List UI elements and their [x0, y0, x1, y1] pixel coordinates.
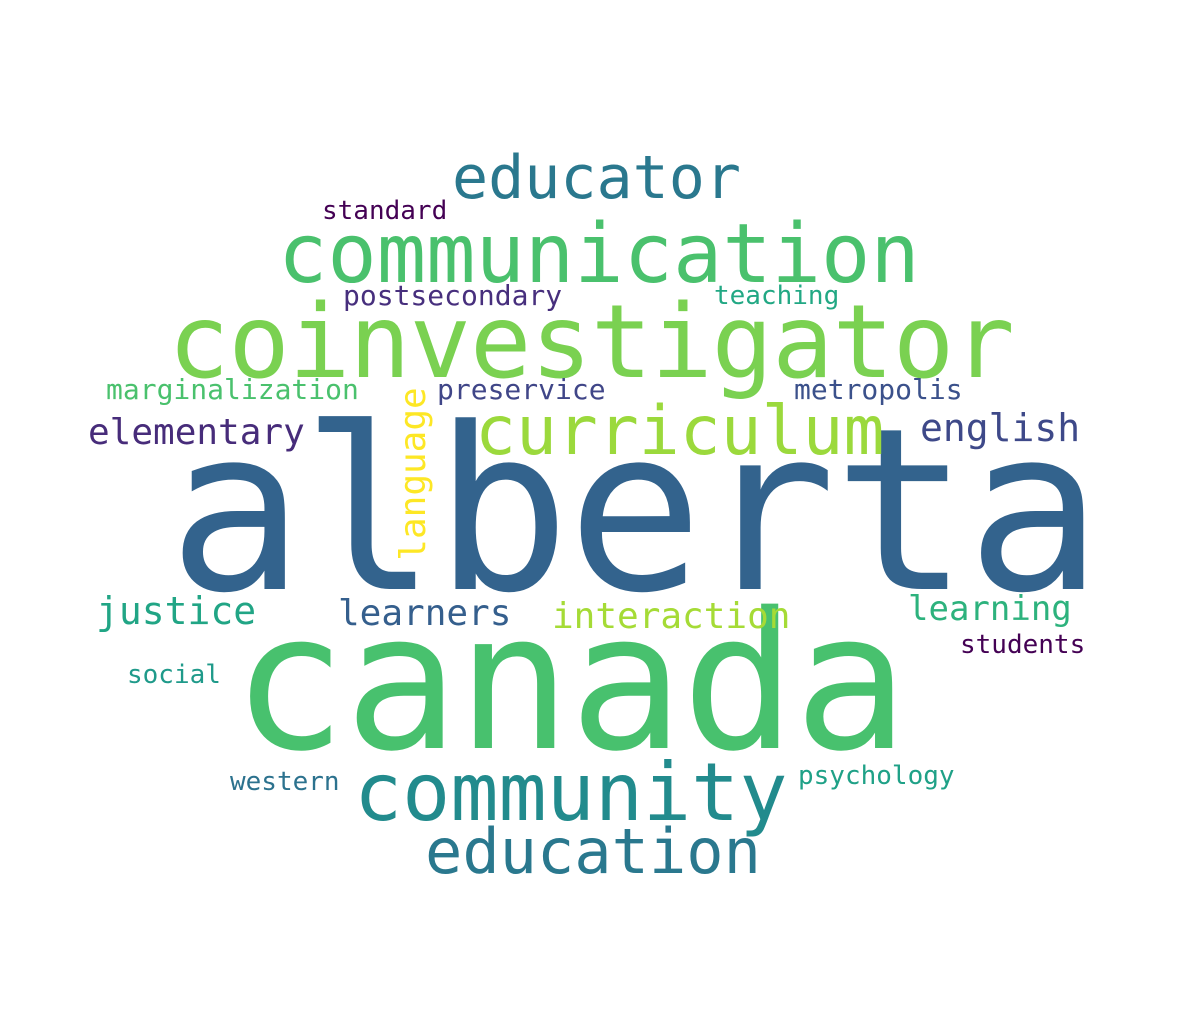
word-western: western	[230, 767, 340, 797]
word-preservice: preservice	[437, 373, 606, 406]
word-standard: standard	[322, 196, 448, 226]
word-language: language	[393, 387, 434, 561]
word-social: social	[127, 660, 221, 690]
word-interaction: interaction	[552, 596, 791, 637]
word-postsecondary: postsecondary	[343, 279, 563, 312]
word-education: education	[425, 815, 761, 888]
word-curriculum: curriculum	[475, 392, 885, 471]
word-english: english	[920, 406, 1081, 450]
word-justice: justice	[96, 589, 257, 633]
word-psychology: psychology	[798, 761, 955, 791]
word-metropolis: metropolis	[794, 373, 963, 406]
word-learning: learning	[908, 589, 1072, 629]
word-cloud: alberta canada coinvestigator communicat…	[0, 0, 1190, 1028]
word-learners: learners	[338, 593, 512, 634]
word-educator: educator	[452, 143, 741, 213]
word-teaching: teaching	[714, 281, 840, 311]
word-marginalization: marginalization	[106, 373, 359, 406]
word-elementary: elementary	[88, 412, 305, 453]
word-students: students	[960, 630, 1086, 660]
